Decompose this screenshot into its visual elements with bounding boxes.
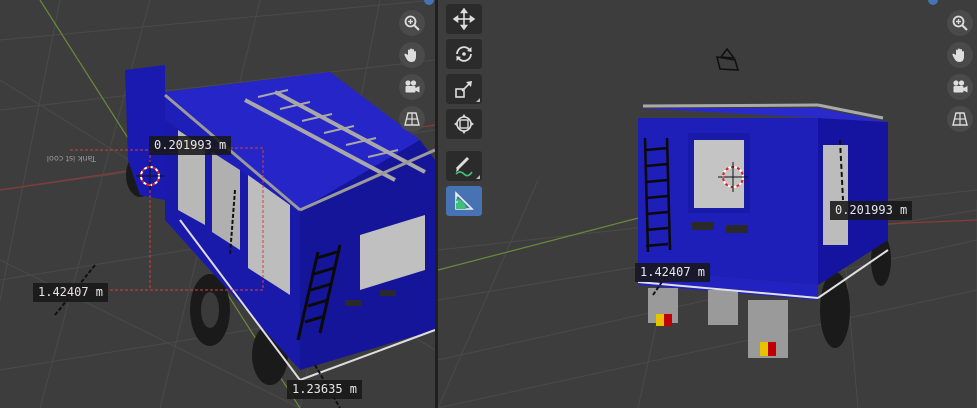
navigation-gizmo [947,10,973,132]
viewport-right[interactable]: 0.201993 m 1.42407 m [438,0,977,408]
measurement-label[interactable]: 1.23635 m [287,380,363,399]
rotate-tool-icon[interactable] [446,39,482,69]
hand-pan-icon[interactable] [399,42,425,68]
zoom-icon[interactable] [399,10,425,36]
zoom-icon[interactable] [947,10,973,36]
move-tool-icon[interactable] [446,4,482,34]
measurement-label[interactable]: 0.201993 m [830,201,913,220]
camera-view-icon[interactable] [399,74,425,100]
perspective-grid-icon[interactable] [947,106,973,132]
measurement-label[interactable]: 0.201993 m [149,136,232,155]
measurement-label[interactable]: 1.42407 m [33,283,109,302]
navigation-gizmo [399,10,425,132]
perspective-grid-icon[interactable] [399,106,425,132]
truck-model[interactable] [125,65,435,385]
truck-model[interactable] [637,103,891,358]
toolbar [446,4,482,221]
ground-text: Tank ist cool [47,154,97,163]
hand-pan-icon[interactable] [947,42,973,68]
measurement-label[interactable]: 1.42407 m [635,263,711,282]
camera-view-icon[interactable] [947,74,973,100]
blender-window: Tank ist cool 0.201993 m 1.42407 m 1.236… [0,0,977,408]
measure-tool-icon[interactable] [446,186,482,216]
scene-left: Tank ist cool [0,0,435,408]
scale-tool-icon[interactable] [446,74,482,104]
annotate-tool-icon[interactable] [446,151,482,181]
transform-tool-icon[interactable] [446,109,482,139]
camera-object[interactable] [715,47,740,71]
viewport-left[interactable]: Tank ist cool 0.201993 m 1.42407 m 1.236… [0,0,435,408]
